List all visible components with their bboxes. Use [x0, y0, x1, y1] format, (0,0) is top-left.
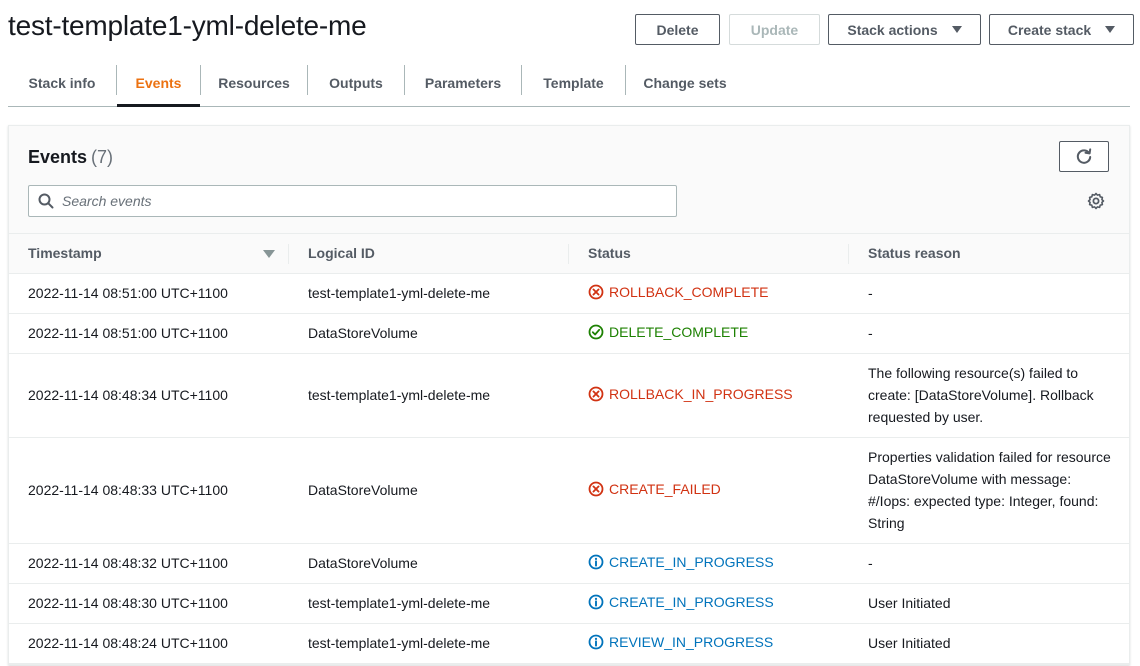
- column-header-label: Status: [588, 245, 631, 262]
- logical-id-cell: DataStoreVolume: [289, 313, 569, 354]
- stack-actions-label: Stack actions: [847, 21, 938, 38]
- column-header-label: Timestamp: [28, 245, 102, 262]
- column-header-timestamp[interactable]: Timestamp: [9, 234, 289, 274]
- info-icon: [588, 554, 604, 569]
- status-reason-cell: User Initiated: [849, 583, 1129, 624]
- logical-id-cell: test-template1-yml-delete-me: [289, 623, 569, 664]
- caret-down-icon: [951, 26, 962, 33]
- status-reason-cell: -: [849, 273, 1129, 314]
- status-cell: DELETE_COMPLETE: [569, 313, 849, 354]
- column-header-status-reason[interactable]: Status reason: [849, 234, 1129, 274]
- status-reason-cell: User Initiated: [849, 623, 1129, 664]
- logical-id-cell: test-template1-yml-delete-me: [289, 583, 569, 624]
- table-row: 2022-11-14 08:48:34 UTC+1100 test-templa…: [9, 353, 1129, 438]
- timestamp-cell: 2022-11-14 08:48:24 UTC+1100: [9, 623, 289, 664]
- timestamp-cell: 2022-11-14 08:51:00 UTC+1100: [9, 313, 289, 354]
- table-row: 2022-11-14 08:48:30 UTC+1100 test-templa…: [9, 583, 1129, 624]
- table-row: 2022-11-14 08:48:32 UTC+1100 DataStoreVo…: [9, 543, 1129, 584]
- events-panel: Events(7) Timestamp: [8, 125, 1130, 665]
- logical-id-cell: DataStoreVolume: [289, 543, 569, 584]
- table-row: 2022-11-14 08:51:00 UTC+1100 DataStoreVo…: [9, 313, 1129, 354]
- create-stack-button[interactable]: Create stack: [989, 14, 1134, 45]
- info-icon: [588, 594, 604, 609]
- error-icon: [588, 386, 604, 401]
- column-header-logical-id[interactable]: Logical ID: [289, 234, 569, 274]
- search-box[interactable]: [28, 185, 677, 217]
- status-reason-cell: Properties validation failed for resourc…: [849, 437, 1129, 544]
- status-cell: ROLLBACK_COMPLETE: [569, 273, 849, 314]
- update-button[interactable]: Update: [729, 14, 820, 45]
- table-row: 2022-11-14 08:51:00 UTC+1100 test-templa…: [9, 273, 1129, 314]
- tab-outputs[interactable]: Outputs: [308, 60, 404, 106]
- table-row: 2022-11-14 08:48:24 UTC+1100 test-templa…: [9, 623, 1129, 664]
- events-panel-header: Events (7): [9, 126, 1129, 234]
- stack-tabs: Stack info Events Resources Outputs Para…: [8, 60, 1130, 107]
- status-badge: CREATE_IN_PROGRESS: [588, 591, 774, 613]
- timestamp-cell: 2022-11-14 08:48:30 UTC+1100: [9, 583, 289, 624]
- status-text: REVIEW_IN_PROGRESS: [609, 633, 774, 650]
- tab-events[interactable]: Events: [117, 60, 200, 107]
- status-badge: CREATE_FAILED: [588, 478, 721, 500]
- status-reason-cell: The following resource(s) failed to crea…: [849, 353, 1129, 438]
- events-title: Events: [28, 147, 88, 167]
- column-header-label: Status reason: [868, 245, 961, 262]
- status-cell: CREATE_IN_PROGRESS: [569, 583, 849, 624]
- status-cell: CREATE_FAILED: [569, 437, 849, 544]
- gear-icon[interactable]: [1087, 192, 1105, 210]
- sort-descending-icon[interactable]: [263, 250, 275, 258]
- caret-down-icon: [1105, 26, 1116, 33]
- tab-stack-info[interactable]: Stack info: [8, 60, 116, 106]
- status-reason-cell: -: [849, 313, 1129, 354]
- status-text: CREATE_IN_PROGRESS: [609, 553, 774, 570]
- timestamp-cell: 2022-11-14 08:48:34 UTC+1100: [9, 353, 289, 438]
- page-title: test-template1-yml-delete-me: [8, 10, 367, 41]
- timestamp-cell: 2022-11-14 08:48:32 UTC+1100: [9, 543, 289, 584]
- stack-actions-button[interactable]: Stack actions: [828, 14, 981, 45]
- search-icon: [38, 193, 54, 209]
- events-heading: Events (7): [28, 147, 113, 168]
- column-header-status[interactable]: Status: [569, 234, 849, 274]
- column-header-label: Logical ID: [308, 245, 375, 262]
- error-icon: [588, 284, 604, 299]
- status-cell: ROLLBACK_IN_PROGRESS: [569, 353, 849, 438]
- status-badge: ROLLBACK_COMPLETE: [588, 281, 769, 303]
- status-text: DELETE_COMPLETE: [609, 323, 749, 340]
- status-text: CREATE_FAILED: [609, 480, 721, 497]
- status-badge: DELETE_COMPLETE: [588, 321, 748, 343]
- status-badge: CREATE_IN_PROGRESS: [588, 551, 774, 573]
- logical-id-cell: DataStoreVolume: [289, 437, 569, 544]
- tab-change-sets[interactable]: Change sets: [626, 60, 744, 106]
- table-row: 2022-11-14 08:48:33 UTC+1100 DataStoreVo…: [9, 437, 1129, 544]
- logical-id-cell: test-template1-yml-delete-me: [289, 273, 569, 314]
- timestamp-cell: 2022-11-14 08:51:00 UTC+1100: [9, 273, 289, 314]
- status-text: CREATE_IN_PROGRESS: [609, 593, 774, 610]
- status-cell: CREATE_IN_PROGRESS: [569, 543, 849, 584]
- create-stack-label: Create stack: [1007, 21, 1092, 38]
- success-icon: [588, 324, 604, 339]
- logical-id-cell: test-template1-yml-delete-me: [289, 353, 569, 438]
- search-input[interactable]: [62, 193, 622, 209]
- events-table: Timestamp Logical ID Status Status reaso…: [9, 234, 1129, 664]
- events-count: (7): [91, 147, 114, 167]
- info-icon: [588, 634, 604, 649]
- tab-template[interactable]: Template: [522, 60, 625, 106]
- timestamp-cell: 2022-11-14 08:48:33 UTC+1100: [9, 437, 289, 544]
- delete-button[interactable]: Delete: [635, 14, 720, 45]
- status-text: ROLLBACK_IN_PROGRESS: [609, 385, 793, 402]
- status-reason-cell: -: [849, 543, 1129, 584]
- status-cell: REVIEW_IN_PROGRESS: [569, 623, 849, 664]
- tab-parameters[interactable]: Parameters: [405, 60, 521, 106]
- status-badge: REVIEW_IN_PROGRESS: [588, 631, 773, 653]
- status-badge: ROLLBACK_IN_PROGRESS: [588, 383, 793, 405]
- status-text: ROLLBACK_COMPLETE: [609, 283, 769, 300]
- error-icon: [588, 481, 604, 496]
- tab-resources[interactable]: Resources: [201, 60, 307, 106]
- refresh-button[interactable]: [1059, 141, 1109, 172]
- refresh-icon: [1076, 147, 1092, 164]
